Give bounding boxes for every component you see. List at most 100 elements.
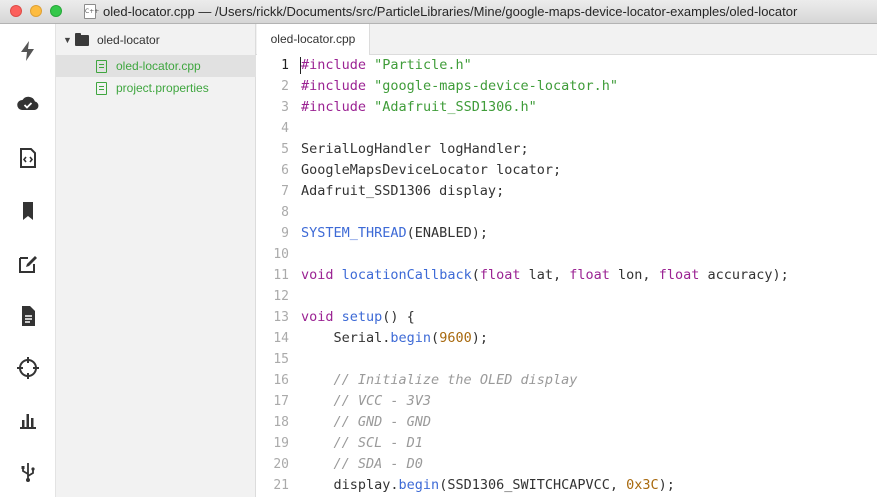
- tree-root-label: oled-locator: [97, 33, 160, 47]
- zoom-window-button[interactable]: [50, 5, 62, 17]
- code-line[interactable]: // VCC - 3V3: [301, 391, 432, 412]
- activity-bar: [0, 24, 56, 497]
- code-token: begin: [390, 330, 432, 346]
- code-token: (SSD1306_SWITCHCAPVCC,: [439, 477, 627, 493]
- code-line[interactable]: SYSTEM_THREAD(ENABLED);: [301, 223, 488, 244]
- bookmark-icon[interactable]: [16, 199, 40, 223]
- line-number: 5: [281, 142, 289, 157]
- title-bar: C++ oled-locator.cpp — /Users/rickk/Docu…: [0, 0, 877, 24]
- code-token: );: [658, 477, 675, 493]
- line-number: 2: [281, 79, 289, 94]
- code-token: // Initialize the OLED display: [333, 372, 578, 388]
- line-number: 17: [273, 394, 289, 409]
- line-number: 8: [281, 205, 289, 220]
- line-number: 3: [281, 100, 289, 115]
- line-number: 20: [273, 457, 289, 472]
- tree-file-project-properties[interactable]: project.properties: [56, 77, 256, 99]
- code-token: (ENABLED);: [406, 225, 488, 241]
- code-token: float: [569, 267, 610, 283]
- line-number: 14: [273, 331, 289, 346]
- close-window-button[interactable]: [10, 5, 22, 17]
- tab-bar: oled-locator.cpp: [256, 24, 877, 55]
- code-line[interactable]: // SDA - D0: [301, 454, 423, 475]
- line-number: 1: [281, 58, 289, 73]
- code-token: "Particle.h": [374, 57, 472, 73]
- line-number-gutter: 1 2 3 4 5 6 7 8 9 10 11 12 13 14 15 16 17 18 19 20 21: [256, 55, 289, 497]
- code-line[interactable]: SerialLogHandler logHandler;: [301, 139, 529, 160]
- code-editor[interactable]: 1 2 3 4 5 6 7 8 9 10 11 12 13 14 15 16 17 18 19 20 21 #inclu…: [256, 55, 877, 497]
- tree-file-oled-locator-cpp[interactable]: oled-locator.cpp: [56, 55, 256, 77]
- crosshair-icon[interactable]: [16, 356, 40, 380]
- usb-icon[interactable]: [16, 460, 40, 484]
- minimize-window-button[interactable]: [30, 5, 42, 17]
- code-token: #include: [301, 99, 367, 115]
- code-token: (: [471, 267, 480, 283]
- code-token: SerialLogHandler logHandler;: [301, 141, 529, 157]
- code-line[interactable]: display.begin(SSD1306_SWITCHCAPVCC, 0x3C…: [301, 475, 675, 496]
- code-line[interactable]: // Initialize the OLED display: [301, 370, 578, 391]
- code-token: // SDA - D0: [333, 456, 423, 472]
- code-line[interactable]: #include "Particle.h": [301, 55, 472, 76]
- line-number: 4: [281, 121, 289, 136]
- line-number: 11: [273, 268, 289, 283]
- code-line[interactable]: #include "google-maps-device-locator.h": [301, 76, 618, 97]
- code-token: locationCallback: [341, 267, 472, 283]
- code-line[interactable]: void setup() {: [301, 307, 415, 328]
- code-line[interactable]: GoogleMapsDeviceLocator locator;: [301, 160, 561, 181]
- code-line[interactable]: void locationCallback(float lat, float l…: [301, 265, 789, 286]
- document-icon[interactable]: [16, 304, 40, 328]
- line-number: 15: [273, 352, 289, 367]
- tree-root-folder[interactable]: ▼ oled-locator: [63, 32, 160, 48]
- code-token: Adafruit_SSD1306 display;: [301, 183, 505, 199]
- code-token: );: [471, 330, 488, 346]
- line-number: 13: [273, 310, 289, 325]
- code-token: // VCC - 3V3: [333, 393, 432, 409]
- lightning-icon[interactable]: [16, 39, 40, 63]
- line-number: 12: [273, 289, 289, 304]
- code-token: accuracy);: [699, 267, 789, 283]
- code-token: 9600: [439, 330, 472, 346]
- bar-chart-icon[interactable]: [16, 408, 40, 432]
- file-text-icon: [96, 81, 107, 95]
- code-token: lon,: [609, 267, 659, 283]
- code-token: "Adafruit_SSD1306.h": [374, 99, 537, 115]
- cloud-check-icon[interactable]: [16, 91, 40, 115]
- code-token: #include: [301, 78, 367, 94]
- code-line[interactable]: #include "Adafruit_SSD1306.h": [301, 97, 537, 118]
- code-line[interactable]: // SCL - D1: [301, 433, 423, 454]
- line-number: 21: [273, 478, 289, 493]
- code-file-icon[interactable]: [16, 146, 40, 170]
- code-token: "google-maps-device-locator.h": [374, 78, 619, 94]
- line-number: 7: [281, 184, 289, 199]
- code-token: void: [301, 309, 334, 325]
- tree-file-label: project.properties: [116, 81, 209, 95]
- tree-file-label: oled-locator.cpp: [116, 59, 201, 73]
- code-token: setup: [341, 309, 383, 325]
- code-token: // GND - GND: [333, 414, 432, 430]
- line-number: 10: [273, 247, 289, 262]
- code-token: display.: [301, 477, 399, 493]
- line-number: 19: [273, 436, 289, 451]
- code-line[interactable]: Adafruit_SSD1306 display;: [301, 181, 504, 202]
- cpp-file-icon: C++: [84, 4, 99, 19]
- line-number: 16: [273, 373, 289, 388]
- chevron-down-icon[interactable]: ▼: [63, 35, 75, 45]
- line-number: 6: [281, 163, 289, 178]
- code-token: float: [479, 267, 521, 283]
- code-token: lat,: [520, 267, 570, 283]
- tab-oled-locator-cpp[interactable]: oled-locator.cpp: [257, 24, 370, 55]
- file-tree: ▼ oled-locator oled-locator.cpp project.…: [56, 24, 256, 497]
- edit-icon[interactable]: [16, 252, 40, 276]
- folder-icon: [75, 32, 89, 46]
- code-token: // SCL - D1: [333, 435, 423, 451]
- code-line[interactable]: Serial.begin(9600);: [301, 328, 488, 349]
- code-token: () {: [382, 309, 415, 325]
- code-token: float: [658, 267, 700, 283]
- code-line[interactable]: // GND - GND: [301, 412, 432, 433]
